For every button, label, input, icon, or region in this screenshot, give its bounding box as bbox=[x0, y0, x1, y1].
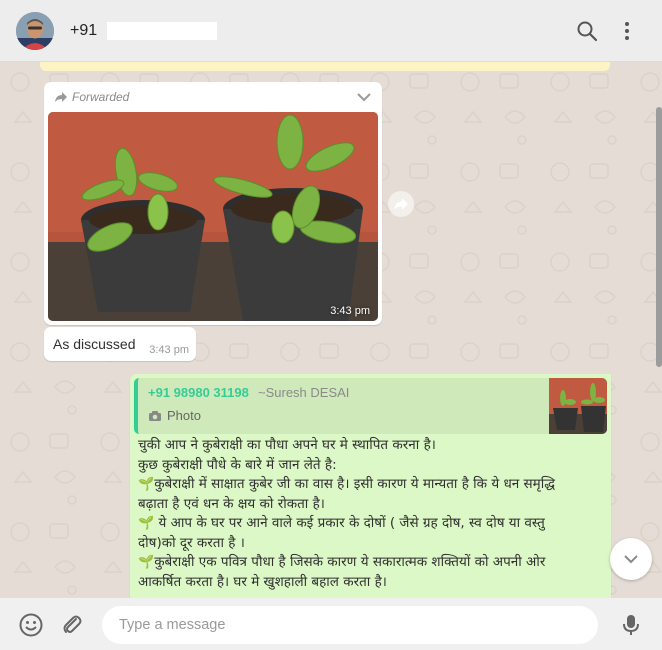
scroll-to-bottom-button[interactable] bbox=[610, 538, 652, 580]
quoted-message[interactable]: +91 98980 31198 ~Suresh DESAI Photo bbox=[134, 378, 607, 434]
menu-dots-icon[interactable] bbox=[615, 19, 639, 43]
redacted-number bbox=[107, 22, 218, 40]
forward-share-icon[interactable] bbox=[388, 191, 414, 217]
camera-icon bbox=[149, 410, 161, 421]
message-line: कुछ कुबेराक्षी पौधे के बारे में जान लेते… bbox=[138, 456, 337, 473]
message-line: दोष)को दूर करता है । bbox=[138, 534, 245, 551]
chat-panel[interactable]: Forwarded 3:43 pm As discussed 3:43 pm +… bbox=[0, 62, 662, 598]
quote-type: Photo bbox=[148, 408, 201, 423]
attach-icon[interactable] bbox=[59, 612, 85, 638]
forwarded-label: Forwarded bbox=[54, 90, 129, 104]
message-line: 🌱कुबेराक्षी में साक्षात कुबेर जी का वास … bbox=[138, 476, 556, 492]
contact-number-prefix: +91 bbox=[70, 22, 98, 39]
quote-thumbnail bbox=[549, 378, 607, 434]
message-line: 🌱 ये आप के घर पर आने वाले कई प्रकार के द… bbox=[138, 515, 545, 531]
seedling-icon: 🌱 bbox=[138, 516, 155, 531]
forwarded-image-message[interactable]: Forwarded 3:43 pm bbox=[44, 82, 382, 325]
message-line: आकर्षित करता है। घर मे खुशहाली बहाल करता… bbox=[138, 573, 387, 590]
microphone-icon[interactable] bbox=[618, 612, 644, 638]
plant-photo[interactable]: 3:43 pm bbox=[48, 112, 378, 321]
chevron-down-icon bbox=[624, 555, 638, 564]
message-line: 🌱कुबेराक्षी एक पवित्र पौधा है जिसके कारण… bbox=[138, 554, 546, 570]
message-line: बढ़ाता है एवं धन के क्षय को रोकता है। bbox=[138, 495, 325, 512]
image-timestamp: 3:43 pm bbox=[330, 305, 370, 317]
composer-bar bbox=[0, 598, 662, 650]
message-line: चुकी आप ने कुबेराक्षी का पौधा अपने घर मे… bbox=[138, 437, 436, 453]
chevron-down-icon[interactable] bbox=[356, 90, 372, 108]
message-input[interactable] bbox=[102, 606, 598, 644]
chat-scrollbar[interactable] bbox=[656, 107, 662, 367]
outgoing-message[interactable]: +91 98980 31198 ~Suresh DESAI Photo चुकी… bbox=[130, 374, 611, 598]
contact-name[interactable]: +91 bbox=[70, 22, 218, 40]
forward-arrow-icon bbox=[55, 92, 67, 102]
caption-text: As discussed bbox=[53, 336, 136, 352]
caption-message[interactable]: As discussed 3:43 pm bbox=[44, 327, 196, 361]
plant-pots-image bbox=[48, 112, 378, 321]
quote-sender: +91 98980 31198 bbox=[148, 385, 249, 400]
chat-header: +91 bbox=[0, 0, 662, 62]
avatar-photo bbox=[16, 12, 54, 50]
system-notice-strip bbox=[40, 62, 610, 71]
contact-avatar[interactable] bbox=[16, 12, 54, 50]
emoji-icon[interactable] bbox=[18, 612, 44, 638]
seedling-icon: 🌱 bbox=[138, 477, 155, 492]
seedling-icon: 🌱 bbox=[138, 555, 155, 570]
caption-timestamp: 3:43 pm bbox=[149, 344, 189, 356]
quote-alias: ~Suresh DESAI bbox=[258, 385, 350, 400]
search-icon[interactable] bbox=[575, 19, 599, 43]
message-body: चुकी आप ने कुबेराक्षी का पौधा अपने घर मे… bbox=[138, 436, 608, 592]
